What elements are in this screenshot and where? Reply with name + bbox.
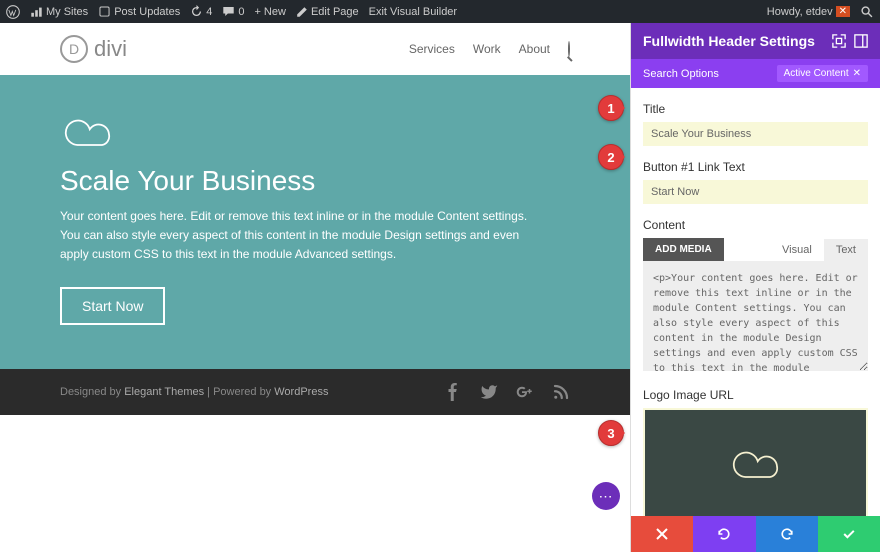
hero-module[interactable]: Scale Your Business Your content goes he… <box>0 75 630 369</box>
tab-text[interactable]: Text <box>824 239 868 261</box>
nav-about[interactable]: About <box>519 42 550 56</box>
callout-3: 3 <box>598 420 624 446</box>
tab-visual[interactable]: Visual <box>770 239 824 261</box>
panel-title: Fullwidth Header Settings <box>643 33 815 49</box>
panel-header: Fullwidth Header Settings <box>631 23 880 59</box>
hero-text[interactable]: Your content goes here. Edit or remove t… <box>60 207 540 265</box>
twitter-icon[interactable] <box>480 383 498 401</box>
settings-sidebar: Fullwidth Header Settings Search Options… <box>630 23 880 552</box>
content-textarea[interactable]: <p>Your content goes here. Edit or remov… <box>643 261 868 371</box>
logo-text: divi <box>94 36 127 62</box>
search-options[interactable]: Search Options <box>643 68 719 80</box>
title-field-label: Title <box>643 102 868 116</box>
wp-admin-bar: My Sites Post Updates 4 0 + New Edit Page… <box>0 0 880 23</box>
exitvb-label: Exit Visual Builder <box>369 6 457 18</box>
footer-credits: Designed by Elegant Themes | Powered by … <box>60 386 328 398</box>
hero-title[interactable]: Scale Your Business <box>60 165 570 197</box>
site-footer: Designed by Elegant Themes | Powered by … <box>0 369 630 415</box>
new-label: New <box>264 6 286 18</box>
panel-actions <box>631 516 880 552</box>
googleplus-icon[interactable] <box>516 383 534 401</box>
exitvb-link[interactable]: Exit Visual Builder <box>369 6 457 18</box>
footer-et-link[interactable]: Elegant Themes <box>124 386 204 398</box>
snap-icon[interactable] <box>832 34 846 48</box>
mysites-label: My Sites <box>46 6 88 18</box>
undo-button[interactable] <box>693 516 755 552</box>
title-field[interactable] <box>643 122 868 146</box>
updates-link[interactable]: 4 <box>190 5 212 18</box>
admin-search-icon[interactable] <box>860 5 874 19</box>
expand-icon[interactable] <box>854 34 868 48</box>
callout-1: 1 <box>598 95 624 121</box>
mysites-link[interactable]: My Sites <box>30 5 88 18</box>
redo-button[interactable] <box>756 516 818 552</box>
panel-body: Title Button #1 Link Text Content ADD ME… <box>631 88 880 516</box>
main-nav: Services Work About <box>409 42 570 56</box>
logo-field-label: Logo Image URL <box>643 388 868 402</box>
cloud-icon <box>60 111 116 151</box>
callout-2: 2 <box>598 144 624 170</box>
active-content-tag[interactable]: Active Content✕ <box>777 65 868 82</box>
plus-icon: + <box>254 6 260 18</box>
logo-icon: D <box>60 35 88 63</box>
user-badge: ✕ <box>836 6 850 17</box>
panel-subheader: Search Options Active Content✕ <box>631 59 880 88</box>
nav-services[interactable]: Services <box>409 42 455 56</box>
save-button[interactable] <box>818 516 880 552</box>
new-link[interactable]: + New <box>254 6 285 18</box>
content-field-label: Content <box>643 218 868 232</box>
rss-icon[interactable] <box>552 383 570 401</box>
site-header: D divi Services Work About <box>0 23 630 75</box>
editpage-link[interactable]: Edit Page <box>296 6 359 18</box>
editpage-label: Edit Page <box>311 6 359 18</box>
social-links <box>444 383 570 401</box>
comments-link[interactable]: 0 <box>222 5 244 18</box>
postupdates-link[interactable]: Post Updates <box>98 5 180 18</box>
howdy-label: Howdy, etdev <box>767 6 833 18</box>
updates-count: 4 <box>206 6 212 18</box>
hero-button[interactable]: Start Now <box>60 287 165 325</box>
howdy-link[interactable]: Howdy, etdev✕ <box>767 6 850 18</box>
site-logo[interactable]: D divi <box>60 35 127 63</box>
btn1-field[interactable] <box>643 180 868 204</box>
add-media-button[interactable]: ADD MEDIA <box>643 238 724 261</box>
facebook-icon[interactable] <box>444 383 462 401</box>
search-icon[interactable] <box>568 42 570 56</box>
builder-fab[interactable]: ⋯ <box>592 482 620 510</box>
preview-area: D divi Services Work About Scale Your Bu… <box>0 23 630 552</box>
comments-count: 0 <box>238 6 244 18</box>
cloud-icon <box>728 443 784 483</box>
close-icon[interactable]: ✕ <box>853 68 861 79</box>
logo-preview[interactable] <box>643 408 868 516</box>
nav-work[interactable]: Work <box>473 42 501 56</box>
close-button[interactable] <box>631 516 693 552</box>
btn1-field-label: Button #1 Link Text <box>643 160 868 174</box>
footer-wp-link[interactable]: WordPress <box>274 386 328 398</box>
wp-logo[interactable] <box>6 5 20 19</box>
postupdates-label: Post Updates <box>114 6 180 18</box>
